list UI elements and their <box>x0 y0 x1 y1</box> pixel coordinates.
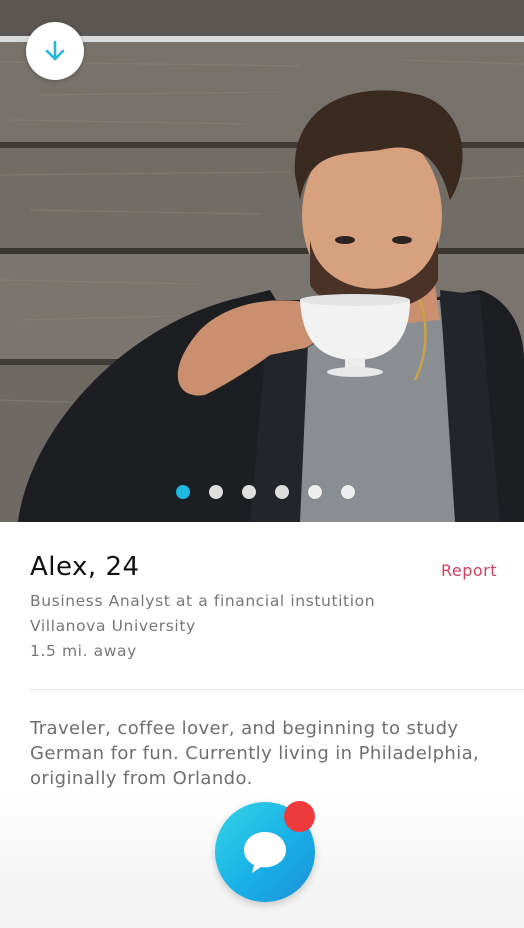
photo-dot-2[interactable] <box>208 485 223 499</box>
profile-distance: 1.5 mi. away <box>30 642 137 660</box>
section-divider <box>30 689 524 690</box>
profile-photo-image <box>0 0 524 522</box>
profile-job: Business Analyst at a financial instutit… <box>30 592 376 610</box>
arrow-down-icon <box>45 40 65 61</box>
collapse-profile-button[interactable] <box>26 22 84 80</box>
photo-dot-6[interactable] <box>340 485 355 499</box>
photo-dot-1[interactable] <box>175 485 190 499</box>
profile-bio: Traveler, coffee lover, and beginning to… <box>30 718 480 789</box>
photo-pagination <box>0 485 524 501</box>
profile-header: Alex, 24 <box>30 552 500 582</box>
photo-dot-5[interactable] <box>307 485 322 499</box>
profile-name: Alex, 24 <box>30 552 140 582</box>
profile-school: Villanova University <box>30 617 196 635</box>
report-button[interactable]: Report <box>441 561 497 580</box>
photo-dot-4[interactable] <box>274 485 289 499</box>
photo-dot-3[interactable] <box>241 485 256 499</box>
profile-photo[interactable] <box>0 0 524 522</box>
chat-bubble-icon <box>244 832 286 873</box>
notification-badge <box>284 801 315 832</box>
